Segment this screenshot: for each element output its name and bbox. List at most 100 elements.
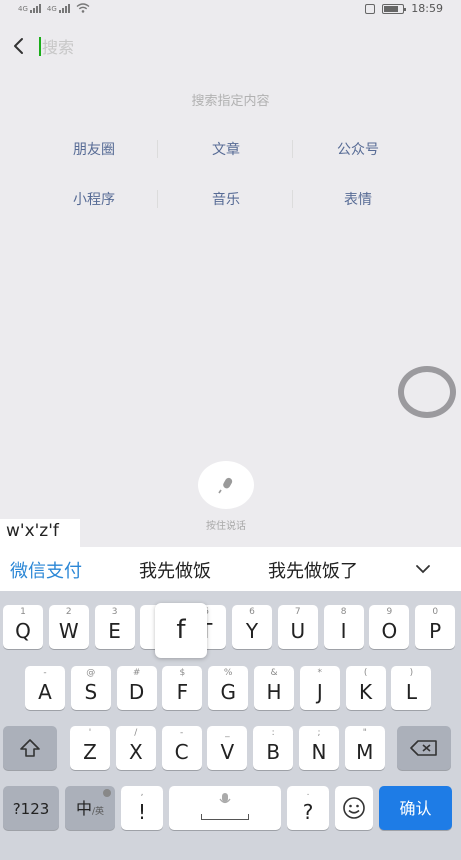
confirm-key-label: 确认 [399,799,432,818]
voice-input-button[interactable] [198,461,254,509]
key-hint: 0 [432,607,439,617]
key-hint: 6 [249,607,255,617]
key-hint: * [317,668,323,678]
key-u[interactable]: 7U [277,605,318,649]
language-switch-key[interactable]: 中/英 [65,786,115,830]
key-label: N [311,740,327,764]
battery-level [384,5,399,12]
key-l[interactable]: ) L [391,666,432,710]
key-label: P [429,619,442,643]
category-stickers[interactable]: 表情 [290,189,426,209]
ime-composition: w'x'z'f [0,519,80,547]
key-s[interactable]: @ S [70,666,111,710]
key-label: Z [83,740,97,764]
key-w[interactable]: 2W [48,605,89,649]
text-cursor [39,37,41,56]
key-hint: : [271,728,275,738]
search-input[interactable] [42,32,422,62]
category-official-accounts[interactable]: 公众号 [290,139,426,159]
key-g[interactable]: % G [208,666,249,710]
numbers-key[interactable]: ?123 [3,786,59,830]
numbers-key-label: ?123 [12,800,50,818]
key-hint: _ [225,728,230,738]
emoji-key[interactable] [335,786,373,830]
key-j[interactable]: * J [299,666,340,710]
backspace-icon [410,740,437,756]
key-e[interactable]: 3E [94,605,135,649]
battery-icon [382,3,407,14]
key-hint: - [179,728,184,738]
key-c[interactable]: -C [161,726,202,770]
key-label: J [316,680,323,704]
key-b[interactable]: :B [253,726,294,770]
key-hint: ( [363,668,368,678]
key-h[interactable]: & H [254,666,294,710]
search-bar [0,28,461,68]
key-label: F [176,680,189,704]
key-i[interactable]: 8I [323,605,364,649]
candidate-2[interactable]: 我先做饭 [139,557,211,583]
key-hint: % [223,668,233,678]
chevron-down-icon[interactable] [415,561,431,577]
status-bar: 4G 4G 18:59 [0,0,461,18]
back-arrow-icon[interactable] [8,34,32,58]
key-k[interactable]: (K [345,666,386,710]
key-p[interactable]: 0P [415,605,456,649]
key-label: M [356,740,374,764]
globe-icon [103,789,111,797]
shift-key[interactable] [3,726,57,770]
question-key[interactable]: . ? [287,786,329,830]
key-label: S [84,680,98,704]
key-q[interactable]: 1Q [3,605,43,649]
key-v[interactable]: _ V [207,726,248,770]
key-n[interactable]: ; N [299,726,339,770]
key-label: H [266,680,282,704]
key-y[interactable]: 6Y [232,605,272,649]
key-hint: ; [317,728,321,738]
sim2-signal-icon: 4G [47,3,70,13]
category-moments[interactable]: 朋友圈 [26,139,162,159]
language-switch-label: 中 [75,799,92,818]
key-f[interactable]: $ F [162,666,203,710]
confirm-key[interactable]: 确认 [379,786,452,830]
key-m[interactable]: " M [344,726,385,770]
composition-text: w'x'z'f [6,521,59,541]
key-label: W [58,619,79,643]
key-hint: 1 [20,607,26,617]
key-o[interactable]: 9O [369,605,410,649]
key-hint: 2 [65,607,72,617]
wifi-icon [76,3,90,13]
network-type-label: 4G [18,4,28,13]
key-hint: # [132,668,141,678]
exclamation-key[interactable]: , ! [121,786,163,830]
category-mini-programs[interactable]: 小程序 [26,189,162,209]
key-label: K [359,680,373,704]
space-key[interactable] [169,786,281,830]
key-a[interactable]: -A [25,666,65,710]
key-hint: @ [86,668,96,678]
key-label: Q [15,619,31,643]
key-hint: $ [179,668,186,678]
candidate-3[interactable]: 我先做饭了 [268,557,382,583]
key-hint: - [43,668,47,678]
key-d[interactable]: # D [116,666,157,710]
category-music[interactable]: 音乐 [158,189,294,209]
category-articles[interactable]: 文章 [158,139,294,159]
candidate-1[interactable]: 微信支付 [10,557,82,583]
key-label: X [128,740,143,764]
key-z[interactable]: ' Z [70,726,110,770]
key-label: ! [137,800,147,824]
key-label: L [405,680,417,704]
vibrate-icon [365,3,376,14]
key-hint: ' [88,728,92,738]
key-label: V [220,740,235,764]
key-hint: & [270,668,278,678]
key-label: O [381,619,398,643]
floating-assistive-button[interactable] [398,366,456,418]
key-x[interactable]: / X [115,726,156,770]
key-label: D [128,680,145,704]
backspace-key[interactable] [397,726,451,770]
key-hint: ) [409,668,414,678]
sim1-signal-icon: 4G [18,3,41,13]
search-in-title: 搜索指定内容 [191,94,270,109]
